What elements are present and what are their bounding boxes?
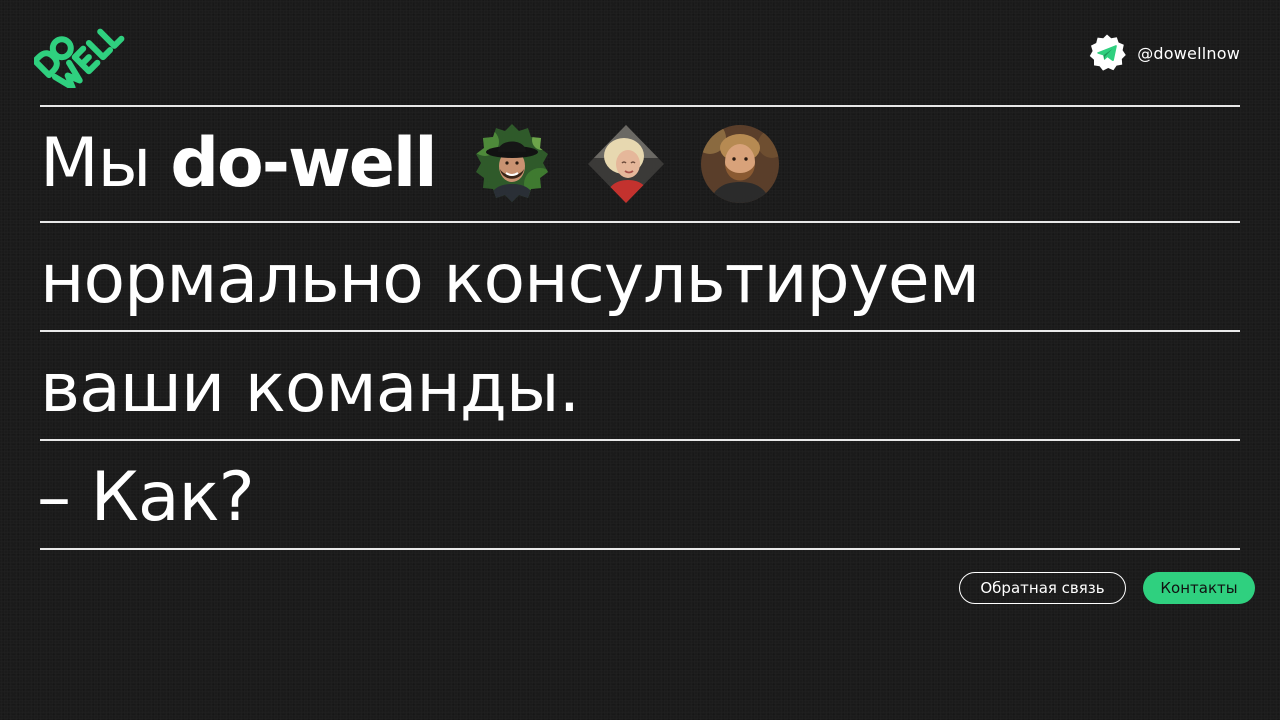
headline-line-2-text: нормально консультируем: [40, 240, 980, 319]
divider-1: [40, 105, 1240, 107]
avatar-woman-blonde[interactable]: [584, 122, 668, 206]
headline-prefix: Мы: [40, 124, 151, 203]
telegram-icon: [1090, 34, 1127, 71]
divider-2: [40, 221, 1240, 223]
logo-graphic: [31, 28, 125, 91]
handle-text: @dowellnow: [1137, 43, 1240, 63]
feedback-button[interactable]: Обратная связь: [959, 572, 1126, 604]
team-avatars: [470, 122, 782, 206]
dowell-logo-icon[interactable]: [31, 22, 130, 91]
headline-line-4-text: – Как?: [37, 458, 255, 537]
headline-line-4: – Как?: [37, 446, 1237, 550]
contacts-button[interactable]: Контакты: [1143, 572, 1255, 604]
telegram-handle-link[interactable]: @dowellnow: [1087, 32, 1240, 74]
avatar-man-beard[interactable]: [698, 122, 782, 206]
headline-line-2: нормально консультируем: [40, 228, 1240, 332]
headline-line-3: ваши команды.: [40, 337, 1240, 441]
headline-line-1: Мы do-well: [40, 112, 1240, 216]
avatar-man-hat[interactable]: [470, 122, 554, 206]
headline-brand: do-well: [170, 124, 437, 203]
headline-line-3-text: ваши команды.: [40, 349, 580, 428]
